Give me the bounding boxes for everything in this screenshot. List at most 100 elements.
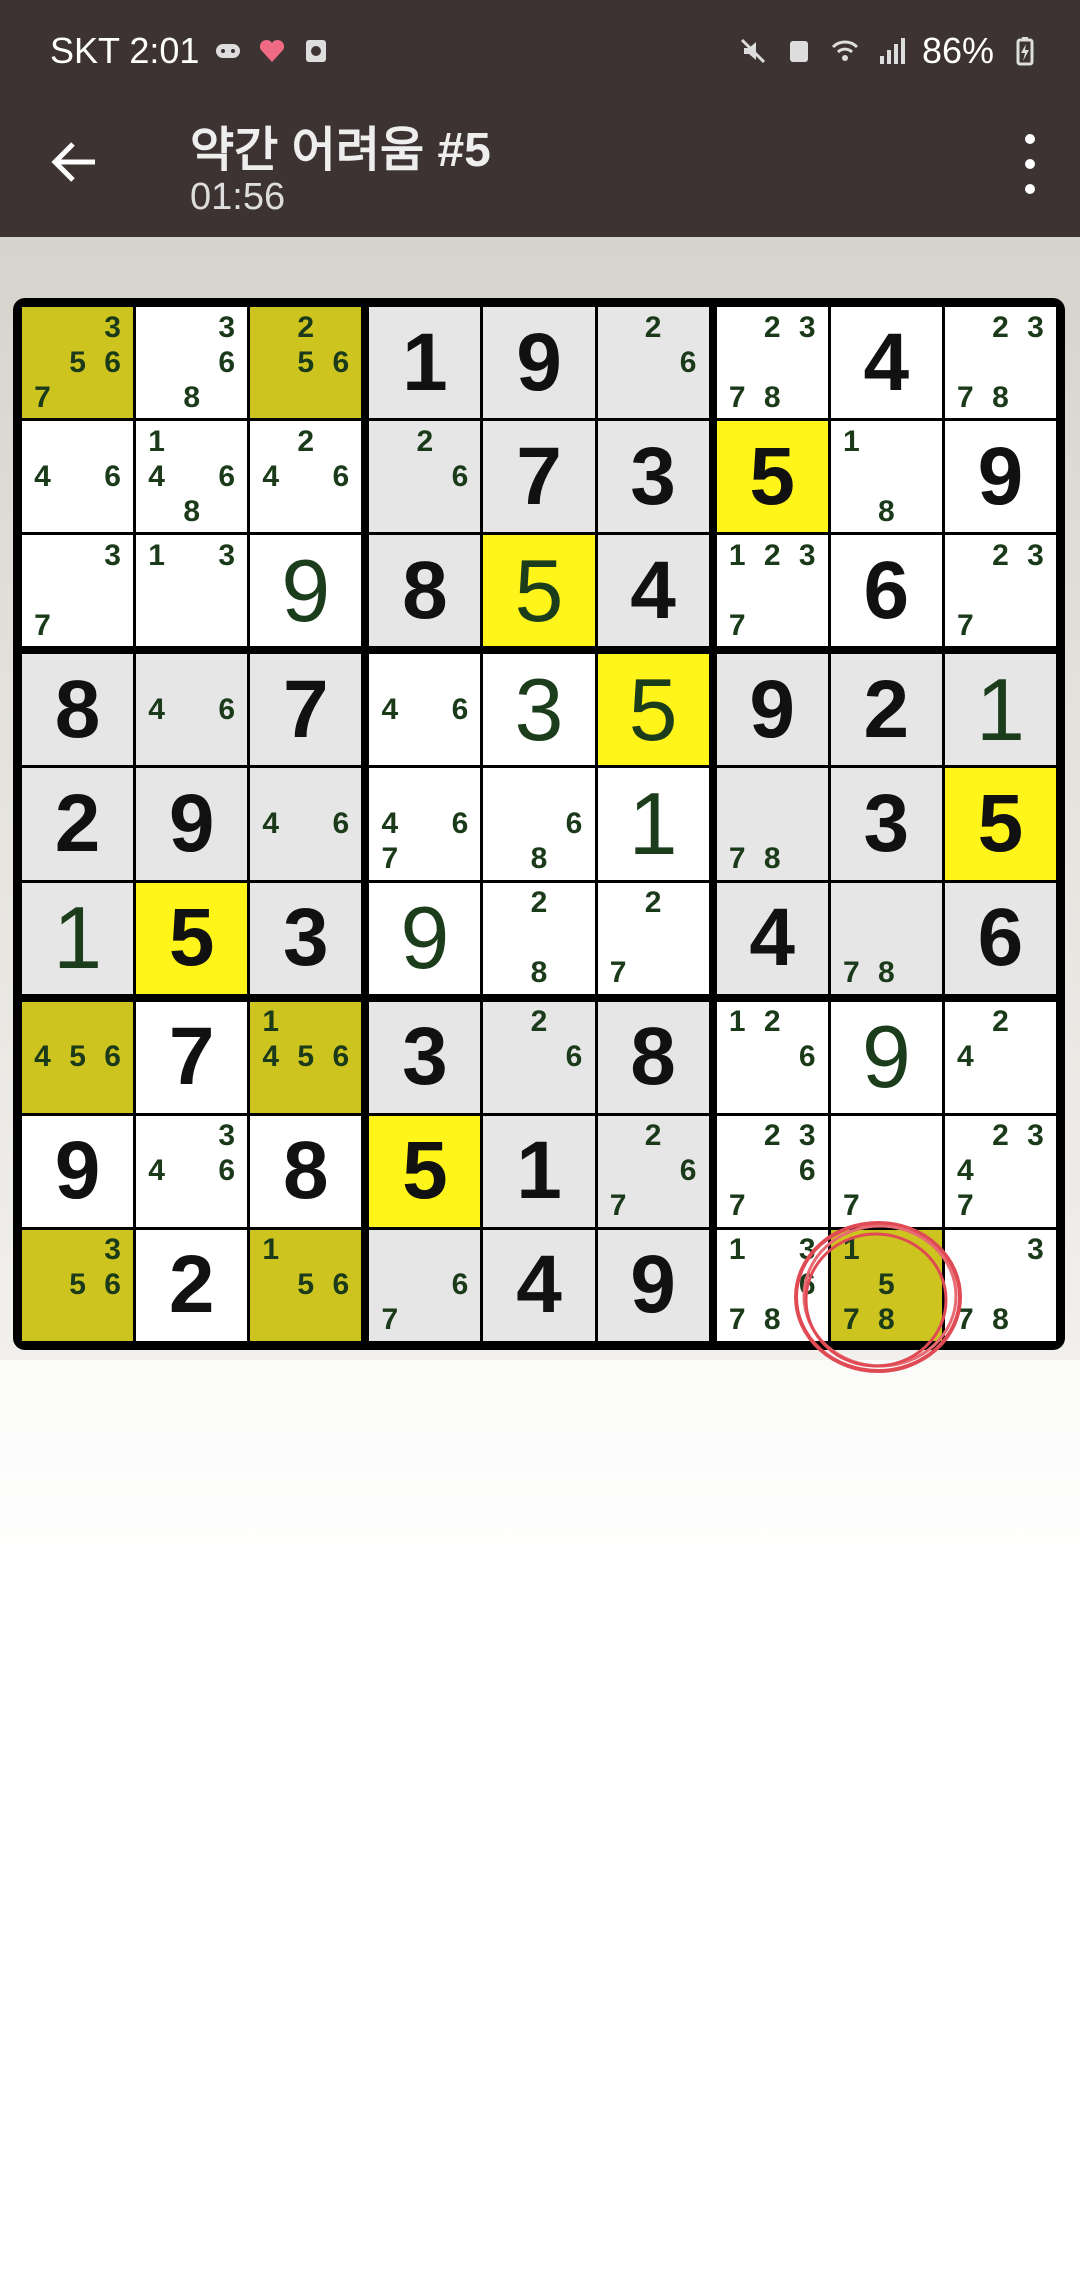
back-arrow-icon[interactable] (45, 132, 105, 192)
note-8 (60, 1303, 95, 1338)
cell-r1-c7[interactable]: 23 78 (716, 307, 828, 419)
cell-r2-c3[interactable]: 24 6 (250, 421, 362, 533)
cell-r8-c8[interactable]: 7 (830, 1115, 942, 1227)
cell-r6-c8[interactable]: 78 (830, 882, 942, 994)
cell-r1-c5[interactable]: 9 (483, 307, 595, 419)
cell-r9-c3[interactable]: 156 (250, 1229, 362, 1341)
cell-r8-c3[interactable]: 8 (250, 1115, 362, 1227)
cell-r5-c9[interactable]: 5 (944, 768, 1056, 880)
cell-r9-c1[interactable]: 356 (22, 1229, 134, 1341)
cell-r3-c5[interactable]: 5 (483, 535, 595, 647)
note-9 (671, 1189, 706, 1224)
cell-r7-c9[interactable]: 24 (944, 1001, 1056, 1113)
cell-r3-c7[interactable]: 123 7 (716, 535, 828, 647)
cell-r2-c6[interactable]: 3 (597, 421, 709, 533)
cell-r3-c2[interactable]: 13 (136, 535, 248, 647)
cell-r3-c8[interactable]: 6 (830, 535, 942, 647)
cell-r3-c1[interactable]: 37 (22, 535, 134, 647)
cell-r4-c1[interactable]: 8 (22, 654, 134, 766)
status-right: 86% (738, 30, 1040, 72)
cell-r3-c6[interactable]: 4 (597, 535, 709, 647)
cell-r7-c7[interactable]: 126 (716, 1001, 828, 1113)
note-9 (1018, 380, 1053, 415)
status-bar: SKT 2:01 86% (0, 0, 1080, 92)
cell-r6-c5[interactable]: 28 (483, 882, 595, 994)
cell-r3-c9[interactable]: 23 7 (944, 535, 1056, 647)
cell-r6-c6[interactable]: 27 (597, 882, 709, 994)
note-1: 1 (262, 1233, 280, 1267)
note-2 (755, 771, 790, 806)
cell-r7-c1[interactable]: 456 (22, 1001, 134, 1113)
cell-r9-c5[interactable]: 4 (483, 1229, 595, 1341)
cell-r1-c9[interactable]: 23 78 (944, 307, 1056, 419)
note-6 (790, 573, 825, 608)
cell-r9-c6[interactable]: 9 (597, 1229, 709, 1341)
cell-r6-c4[interactable]: 9 (369, 882, 481, 994)
note-6 (1018, 1154, 1053, 1189)
cell-r1-c8[interactable]: 4 (830, 307, 942, 419)
note-3 (1018, 1005, 1053, 1040)
cell-r5-c1[interactable]: 2 (22, 768, 134, 880)
cell-r4-c2[interactable]: 46 (136, 654, 248, 766)
cell-r9-c2[interactable]: 2 (136, 1229, 248, 1341)
cell-r6-c9[interactable]: 6 (944, 882, 1056, 994)
cell-r8-c5[interactable]: 1 (483, 1115, 595, 1227)
cell-r5-c6[interactable]: 1 (597, 768, 709, 880)
note-1 (720, 1119, 755, 1154)
cell-r1-c6[interactable]: 26 (597, 307, 709, 419)
cell-value: 1 (628, 773, 678, 873)
cell-r8-c2[interactable]: 3 4 6 (136, 1115, 248, 1227)
cell-r7-c6[interactable]: 8 (597, 1001, 709, 1113)
more-options-icon[interactable] (1010, 134, 1050, 194)
cell-r8-c1[interactable]: 9 (22, 1115, 134, 1227)
cell-r2-c5[interactable]: 7 (483, 421, 595, 533)
cell-r8-c6[interactable]: 26 7 (597, 1115, 709, 1227)
note-9 (442, 842, 477, 877)
cell-r6-c2[interactable]: 5 (136, 882, 248, 994)
candidate-notes: 126 (720, 1005, 825, 1110)
cell-r4-c5[interactable]: 3 (483, 654, 595, 766)
cell-r4-c6[interactable]: 5 (597, 654, 709, 766)
cell-r6-c7[interactable]: 4 (716, 882, 828, 994)
cell-r8-c7[interactable]: 236 7 (716, 1115, 828, 1227)
cell-r5-c7[interactable]: 78 (716, 768, 828, 880)
cell-r5-c8[interactable]: 3 (830, 768, 942, 880)
cell-r5-c5[interactable]: 68 (483, 768, 595, 880)
cell-r4-c8[interactable]: 2 (830, 654, 942, 766)
cell-r1-c3[interactable]: 256 (250, 307, 362, 419)
cell-r2-c2[interactable]: 14 68 (136, 421, 248, 533)
cell-r4-c4[interactable]: 46 (369, 654, 481, 766)
cell-r1-c2[interactable]: 368 (136, 307, 248, 419)
cell-r7-c3[interactable]: 1456 (250, 1001, 362, 1113)
cell-r5-c2[interactable]: 9 (136, 768, 248, 880)
cell-r2-c7[interactable]: 5 (716, 421, 828, 533)
cell-r7-c2[interactable]: 7 (136, 1001, 248, 1113)
cell-r8-c4[interactable]: 5 (369, 1115, 481, 1227)
cell-r2-c8[interactable]: 18 (830, 421, 942, 533)
note-3 (95, 424, 130, 459)
cell-r4-c3[interactable]: 7 (250, 654, 362, 766)
cell-r2-c9[interactable]: 9 (944, 421, 1056, 533)
cell-r8-c9[interactable]: 2347 (944, 1115, 1056, 1227)
cell-r6-c1[interactable]: 1 (22, 882, 134, 994)
cell-r4-c7[interactable]: 9 (716, 654, 828, 766)
candidate-notes: 7 (834, 1119, 939, 1224)
cell-r5-c4[interactable]: 4 6 7 (369, 768, 481, 880)
cell-r3-c4[interactable]: 8 (369, 535, 481, 647)
cell-r3-c3[interactable]: 9 (250, 535, 362, 647)
cell-r1-c4[interactable]: 1 (369, 307, 481, 419)
sudoku-board[interactable]: 3567368256192623784237846146824626735189… (13, 298, 1065, 1350)
candidate-notes: 13 (139, 538, 244, 643)
cell-r7-c4[interactable]: 3 (369, 1001, 481, 1113)
cell-r5-c3[interactable]: 46 (250, 768, 362, 880)
cell-r4-c9[interactable]: 1 (944, 654, 1056, 766)
cell-r9-c4[interactable]: 67 (369, 1229, 481, 1341)
cell-r1-c1[interactable]: 356 7 (22, 307, 134, 419)
signal-icon (879, 38, 905, 64)
cell-r2-c4[interactable]: 26 (369, 421, 481, 533)
cell-r7-c5[interactable]: 26 (483, 1001, 595, 1113)
cell-r2-c1[interactable]: 46 (22, 421, 134, 533)
cell-r7-c8[interactable]: 9 (830, 1001, 942, 1113)
cell-r6-c3[interactable]: 3 (250, 882, 362, 994)
note-3 (442, 771, 477, 806)
